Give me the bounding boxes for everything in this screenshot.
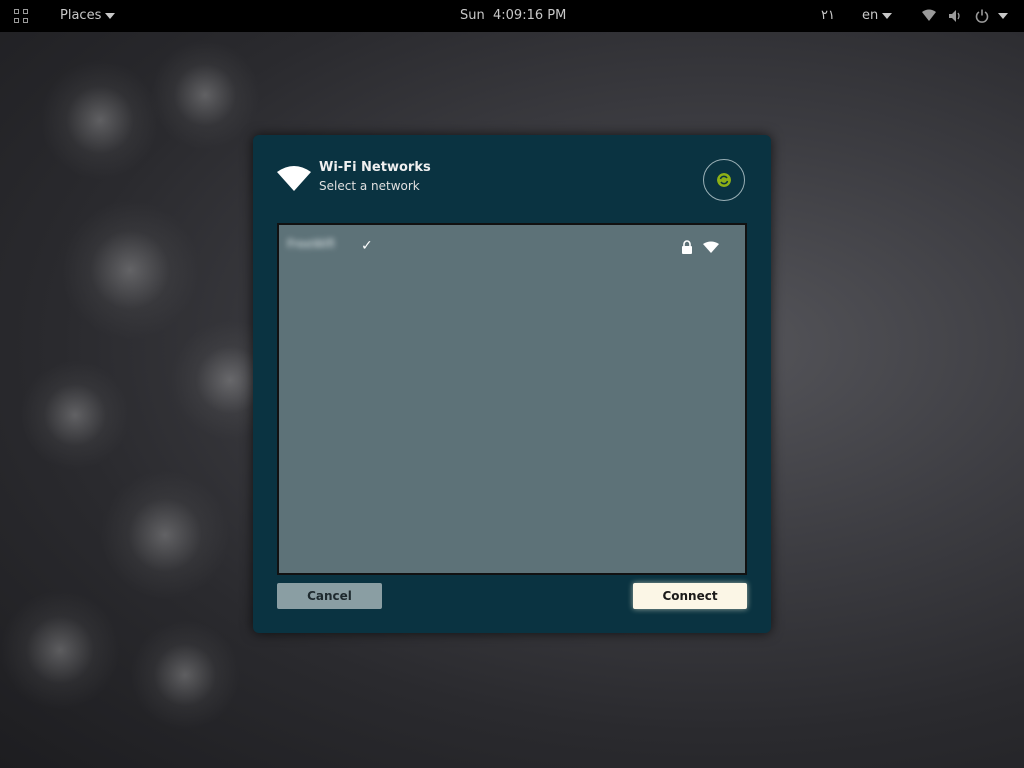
refresh-icon — [717, 173, 731, 187]
places-label: Places — [60, 8, 102, 23]
network-name: FreeWifi — [287, 237, 335, 251]
wifi-signal-icon — [703, 241, 719, 253]
app-grid-icon[interactable] — [14, 9, 32, 27]
chevron-down-icon — [882, 12, 893, 19]
dialog-title: Wi-Fi Networks — [319, 160, 431, 175]
network-list: FreeWifi ✓ — [277, 223, 747, 575]
network-row[interactable]: FreeWifi ✓ — [279, 235, 745, 259]
wifi-icon — [277, 166, 311, 191]
lock-icon — [682, 240, 692, 254]
refresh-button[interactable] — [703, 159, 745, 201]
places-menu[interactable]: Places — [60, 0, 116, 32]
checkmark-icon: ✓ — [361, 238, 373, 254]
dialog-subtitle: Select a network — [319, 179, 420, 193]
wifi-dialog: Wi-Fi Networks Select a network FreeWifi… — [253, 135, 771, 633]
clock-label: Sun 4:09:16 PM — [460, 8, 567, 23]
indicator-label: ٢١ — [821, 8, 835, 23]
connect-button[interactable]: Connect — [633, 583, 747, 609]
volume-icon[interactable] — [948, 9, 962, 23]
keyboard-layout-menu[interactable]: en — [862, 0, 893, 32]
wallpaper-decoration — [100, 470, 230, 600]
wallpaper-decoration — [130, 620, 240, 730]
wallpaper-decoration — [20, 360, 130, 470]
wallpaper-decoration — [150, 40, 260, 150]
cancel-button[interactable]: Cancel — [277, 583, 382, 609]
top-bar: Places Sun 4:09:16 PM ٢١ en — [0, 0, 1024, 32]
network-icon[interactable] — [922, 9, 936, 23]
system-menu-chevron-icon[interactable] — [998, 13, 1008, 19]
keyboard-layout-label: en — [862, 8, 879, 23]
chevron-down-icon — [105, 12, 116, 19]
wallpaper-decoration — [40, 60, 160, 180]
power-icon[interactable] — [975, 9, 989, 23]
indicator-text[interactable]: ٢١ — [821, 0, 835, 32]
wallpaper-decoration — [60, 200, 200, 340]
clock[interactable]: Sun 4:09:16 PM — [460, 0, 566, 32]
wallpaper-decoration — [0, 590, 120, 710]
